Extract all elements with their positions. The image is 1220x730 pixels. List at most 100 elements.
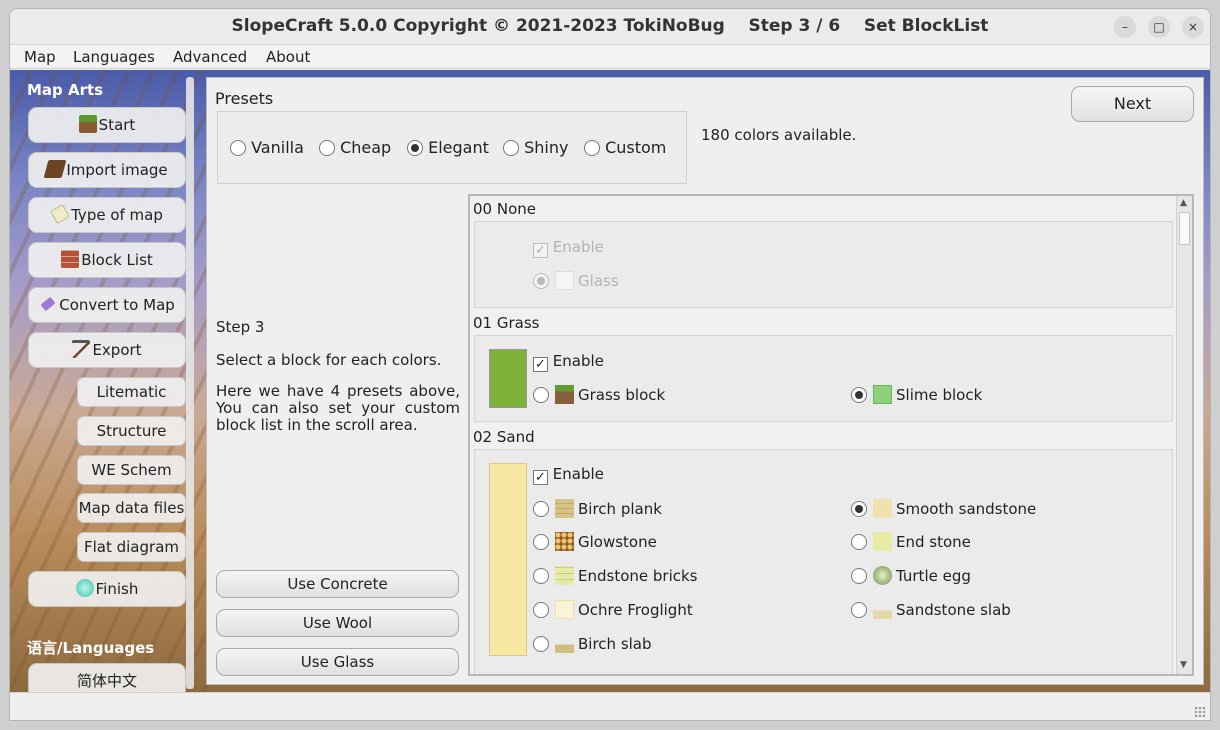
glowstone-icon (555, 532, 574, 551)
radio-indicator (533, 534, 549, 550)
block-option-sandstone-slab[interactable]: Sandstone slab (851, 600, 1011, 619)
block-option-endstone-bricks[interactable]: Endstone bricks (533, 566, 698, 585)
preset-vanilla-radio[interactable]: Vanilla (230, 138, 304, 157)
status-bar (10, 692, 1210, 720)
sidebar-convert-to-map-button[interactable]: Convert to Map (28, 287, 186, 323)
group-title-grass: 01 Grass (473, 314, 540, 332)
radio-indicator (533, 273, 549, 289)
smooth-sandstone-icon (873, 499, 892, 518)
radio-indicator (851, 387, 867, 403)
radio-indicator (851, 568, 867, 584)
presets-group: Vanilla Cheap Elegant Shiny Custom (217, 111, 687, 184)
menu-advanced[interactable]: Advanced (173, 48, 247, 66)
preset-custom-radio[interactable]: Custom (584, 138, 666, 157)
pickaxe-icon (72, 340, 91, 358)
preset-shiny-radio[interactable]: Shiny (503, 138, 568, 157)
scrollbar-thumb[interactable] (1179, 212, 1190, 245)
sidebar-type-of-map-button[interactable]: Type of map (28, 197, 186, 233)
use-wool-button[interactable]: Use Wool (216, 609, 459, 637)
step-instruction: Select a block for each colors. (216, 351, 442, 369)
block-option-end-stone[interactable]: End stone (851, 532, 971, 551)
radio-indicator (533, 568, 549, 584)
sidebar-import-image-button[interactable]: Import image (28, 152, 186, 188)
use-concrete-button[interactable]: Use Concrete (216, 570, 459, 598)
checkbox-indicator: ✓ (533, 243, 548, 258)
colors-available-text: 180 colors available. (701, 126, 857, 144)
minimize-button[interactable]: – (1114, 16, 1136, 38)
grass-block-icon (78, 115, 97, 133)
radio-indicator (230, 140, 246, 156)
block-option-grass-block[interactable]: Grass block (533, 385, 665, 404)
glass-block-icon (555, 271, 574, 290)
bricks-icon (61, 250, 80, 268)
close-button[interactable]: × (1182, 16, 1204, 38)
color-swatch-grass (489, 349, 527, 408)
export-flat-diagram-button[interactable]: Flat diagram (77, 532, 186, 562)
block-option-glowstone[interactable]: Glowstone (533, 532, 657, 551)
export-litematic-button[interactable]: Litematic (77, 377, 186, 407)
title-bar: SlopeCraft 5.0.0 Copyright © 2021-2023 T… (10, 9, 1210, 45)
endstone-bricks-icon (555, 566, 574, 585)
checkbox-indicator: ✓ (533, 470, 548, 485)
eraser-icon (40, 296, 56, 312)
sidebar-heading: Map Arts (27, 81, 104, 99)
export-structure-button[interactable]: Structure (77, 416, 186, 446)
group-box-grass: ✓ Enable Grass block Slime block (474, 335, 1173, 422)
languages-heading: 语言/Languages (27, 639, 155, 657)
export-we-schem-button[interactable]: WE Schem (77, 455, 186, 485)
radio-indicator (503, 140, 519, 156)
radio-indicator (851, 602, 867, 618)
main-panel: Presets Vanilla Cheap Elegant Shiny Cust… (206, 77, 1204, 685)
block-option-slime-block[interactable]: Slime block (851, 385, 982, 404)
radio-indicator (533, 387, 549, 403)
block-option-ochre-froglight[interactable]: Ochre Froglight (533, 600, 693, 619)
radio-indicator (533, 636, 549, 652)
sidebar-start-button[interactable]: Start (28, 107, 186, 143)
slime-block-icon (873, 385, 892, 404)
step-title: Step 3 (216, 318, 265, 336)
block-option-birch-plank[interactable]: Birch plank (533, 499, 662, 518)
book-icon (43, 160, 67, 178)
enable-checkbox-sand[interactable]: ✓ Enable (533, 465, 604, 485)
enable-checkbox-none[interactable]: ✓ Enable (533, 238, 604, 258)
next-button[interactable]: Next (1071, 86, 1194, 122)
radio-indicator (533, 501, 549, 517)
block-option-glass[interactable]: Glass (533, 271, 619, 290)
app-window: SlopeCraft 5.0.0 Copyright © 2021-2023 T… (9, 8, 1211, 721)
checkbox-indicator: ✓ (533, 357, 548, 372)
menu-map[interactable]: Map (24, 48, 56, 66)
block-list-scroll-area[interactable]: 00 None ✓ Enable Glass 01 Grass ✓ Enable… (468, 194, 1194, 676)
group-title-sand: 02 Sand (473, 428, 535, 446)
block-option-turtle-egg[interactable]: Turtle egg (851, 566, 971, 585)
scroll-down-arrow-icon[interactable]: ▼ (1180, 660, 1187, 670)
block-list-scrollbar[interactable]: ▲ ▼ (1176, 196, 1192, 674)
radio-indicator (407, 140, 423, 156)
map-icon (50, 204, 70, 224)
block-option-birch-slab[interactable]: Birch slab (533, 634, 652, 653)
ochre-froglight-icon (555, 600, 574, 619)
enable-checkbox-grass[interactable]: ✓ Enable (533, 352, 604, 372)
presets-label: Presets (215, 89, 274, 108)
sidebar-block-list-button[interactable]: Block List (28, 242, 186, 278)
menu-bar: Map Languages Advanced About (10, 45, 1210, 69)
sidebar-scrollbar[interactable] (186, 77, 194, 689)
radio-indicator (851, 534, 867, 550)
menu-about[interactable]: About (266, 48, 310, 66)
resize-grip-icon[interactable] (1194, 706, 1206, 718)
scroll-up-arrow-icon[interactable]: ▲ (1180, 198, 1187, 208)
block-option-smooth-sandstone[interactable]: Smooth sandstone (851, 499, 1036, 518)
use-glass-button[interactable]: Use Glass (216, 648, 459, 676)
sidebar-finish-button[interactable]: Finish (28, 571, 186, 607)
export-map-data-files-button[interactable]: Map data files (77, 493, 186, 523)
color-swatch-sand (489, 463, 527, 656)
preset-cheap-radio[interactable]: Cheap (319, 138, 391, 157)
maximize-button[interactable]: □ (1148, 16, 1170, 38)
preset-elegant-radio[interactable]: Elegant (407, 138, 489, 157)
menu-languages[interactable]: Languages (73, 48, 155, 66)
sidebar: Map Arts Start Import image Type of map … (10, 70, 198, 699)
group-box-sand: ✓ Enable Birch plank Smooth sandstone Gl… (474, 449, 1173, 674)
turtle-egg-icon (873, 566, 892, 585)
step-description: Here we have 4 presets above, You can al… (216, 382, 460, 434)
radio-indicator (584, 140, 600, 156)
sidebar-export-button[interactable]: Export (28, 332, 186, 368)
